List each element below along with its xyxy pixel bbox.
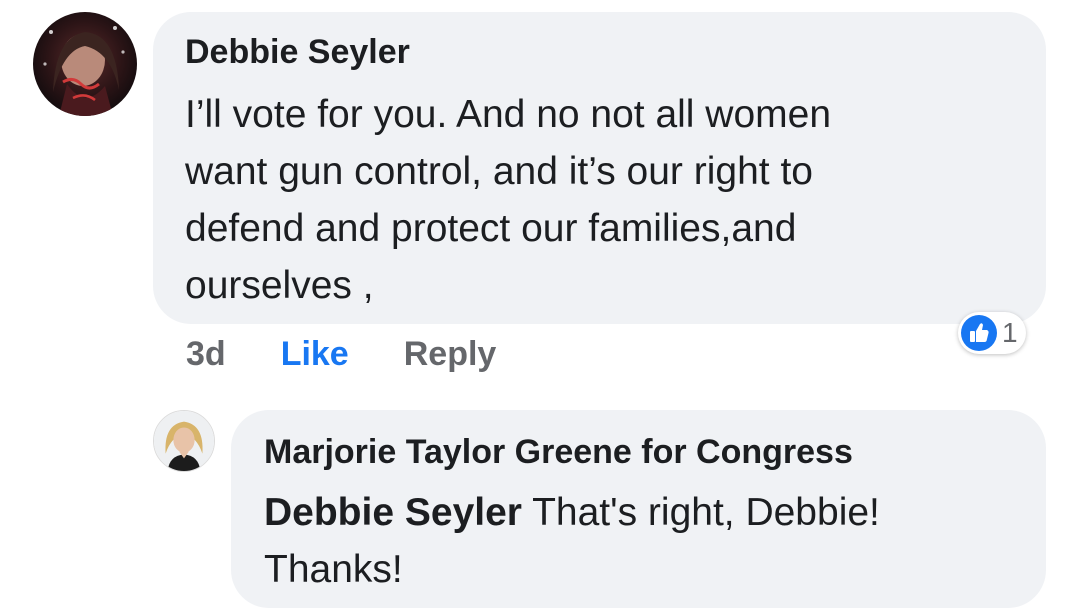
reply-text: Debbie Seyler That's right, Debbie! Than… <box>264 484 1046 598</box>
comment-actions: 3d Like Reply <box>186 334 496 374</box>
reaction-summary[interactable]: 1 <box>958 312 1026 354</box>
reply-bubble: Marjorie Taylor Greene for Congress Debb… <box>231 410 1046 608</box>
reply-text-line: Thanks! <box>264 548 403 591</box>
replier-avatar[interactable] <box>153 410 215 472</box>
comment-text-line: defend and protect our families,and <box>185 207 797 250</box>
comment-text: I’ll vote for you. And no not all women … <box>185 86 1046 314</box>
reply-button[interactable]: Reply <box>404 335 497 374</box>
comment-timestamp[interactable]: 3d <box>186 335 226 374</box>
comment-text-line: I’ll vote for you. And no not all women <box>185 93 832 136</box>
replier-avatar-image <box>154 411 214 471</box>
like-button[interactable]: Like <box>281 335 349 374</box>
comment-text-line: want gun control, and it’s our right to <box>185 150 813 193</box>
comment-bubble: Debbie Seyler I’ll vote for you. And no … <box>153 12 1046 324</box>
comment-author[interactable]: Debbie Seyler <box>185 32 1046 72</box>
reply-author[interactable]: Marjorie Taylor Greene for Congress <box>264 432 1046 472</box>
commenter-avatar-image <box>33 12 137 116</box>
reaction-count: 1 <box>1002 317 1018 348</box>
reply-mention-link[interactable]: Debbie Seyler <box>264 491 522 534</box>
reply-text-segment: That's right, Debbie! <box>521 491 880 534</box>
reply-text-line: Debbie Seyler That's right, Debbie! <box>264 484 1046 541</box>
commenter-avatar[interactable] <box>33 12 137 116</box>
comment-text-line: ourselves , <box>185 264 374 307</box>
like-thumb-icon <box>961 315 997 351</box>
